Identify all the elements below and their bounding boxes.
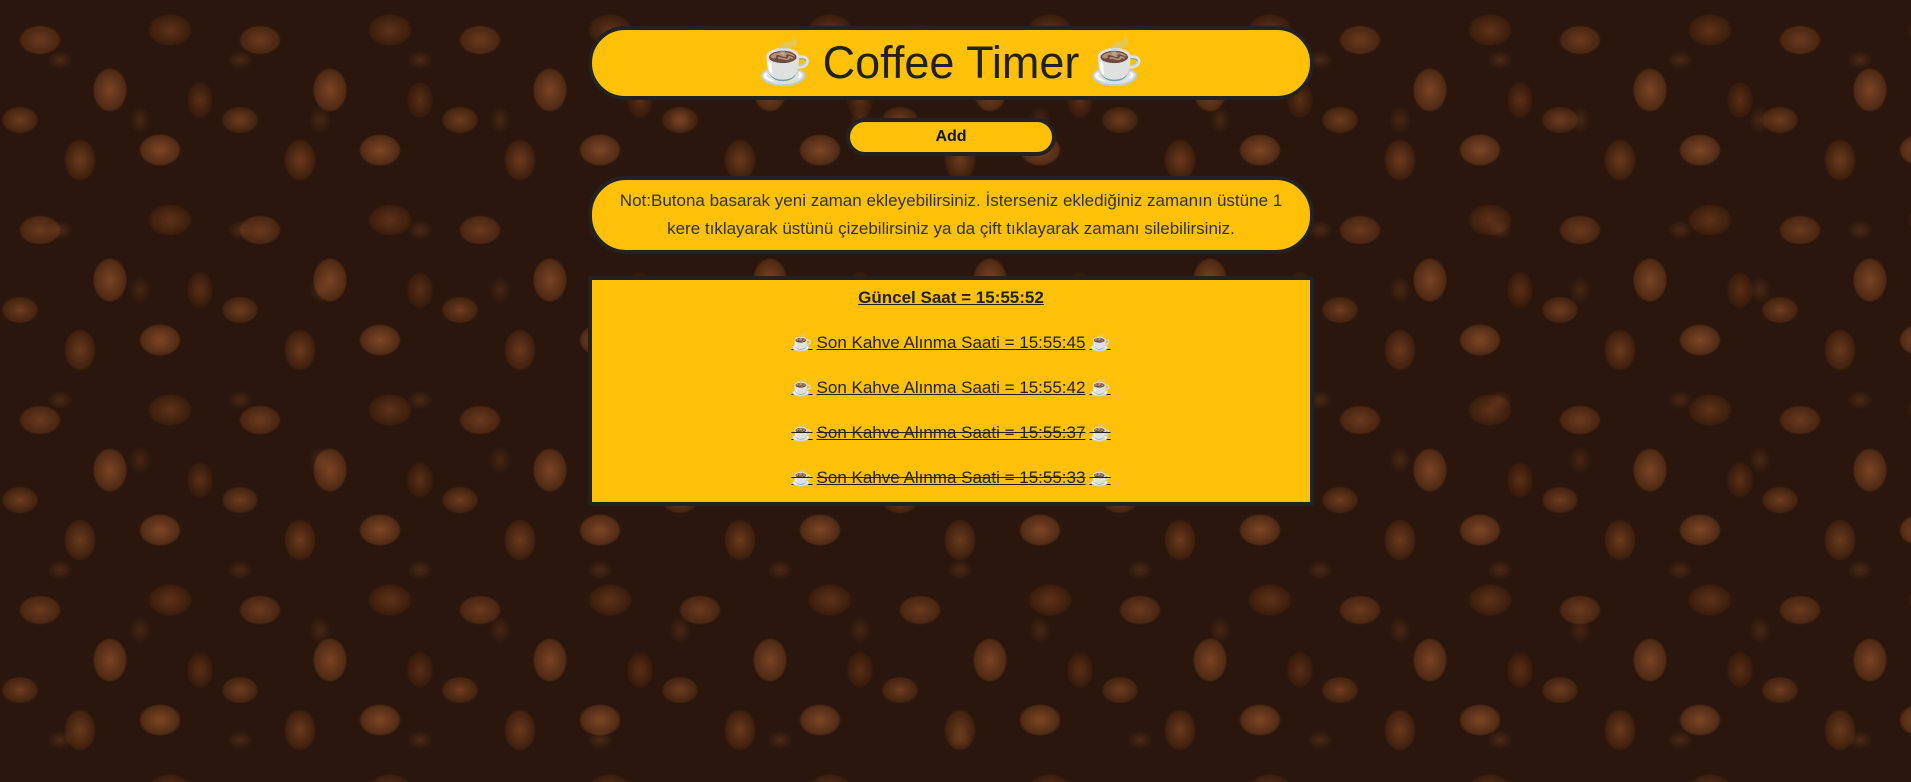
entry-label: Son Kahve Alınma Saati = 15:55:45 — [816, 333, 1086, 352]
list-item[interactable]: ☕ Son Kahve Alınma Saati = 15:55:42 ☕ — [787, 376, 1114, 400]
list-item[interactable]: ☕ Son Kahve Alınma Saati = 15:55:37 ☕ — [787, 421, 1114, 445]
page-title: Coffee Timer — [822, 37, 1080, 88]
list-item[interactable]: ☕ Son Kahve Alınma Saati = 15:55:33 ☕ — [787, 466, 1114, 490]
coffee-cup-icon: ☕ — [791, 423, 813, 442]
list-item[interactable]: ☕ Son Kahve Alınma Saati = 15:55:45 ☕ — [787, 331, 1114, 355]
main-container: ☕ Coffee Timer ☕ Add Not:Butona basarak … — [588, 26, 1314, 506]
time-list: Güncel Saat = 15:55:52 ☕ Son Kahve Alınm… — [588, 276, 1314, 506]
current-time: Güncel Saat = 15:55:52 — [858, 288, 1044, 307]
coffee-cup-icon: ☕ — [791, 378, 813, 397]
coffee-cup-icon: ☕ — [1089, 423, 1111, 442]
add-button-wrapper: Add — [588, 118, 1314, 156]
entry-label: Son Kahve Alınma Saati = 15:55:42 — [816, 378, 1086, 397]
coffee-cup-icon: ☕ — [791, 468, 813, 487]
entry-label: Son Kahve Alınma Saati = 15:55:37 — [816, 423, 1086, 442]
note-text: Not:Butona basarak yeni zaman ekleyebili… — [619, 191, 1283, 238]
entry-label: Son Kahve Alınma Saati = 15:55:33 — [816, 468, 1086, 487]
title-banner: ☕ Coffee Timer ☕ — [588, 26, 1314, 100]
coffee-cup-icon: ☕ — [791, 333, 813, 352]
coffee-cup-icon: ☕ — [1089, 333, 1111, 352]
coffee-cup-icon: ☕ — [1089, 38, 1145, 87]
note-box: Not:Butona basarak yeni zaman ekleyebili… — [588, 176, 1314, 254]
coffee-cup-icon: ☕ — [1089, 378, 1111, 397]
coffee-cup-icon: ☕ — [1089, 468, 1111, 487]
add-button[interactable]: Add — [846, 118, 1056, 156]
coffee-cup-icon: ☕ — [757, 38, 813, 87]
